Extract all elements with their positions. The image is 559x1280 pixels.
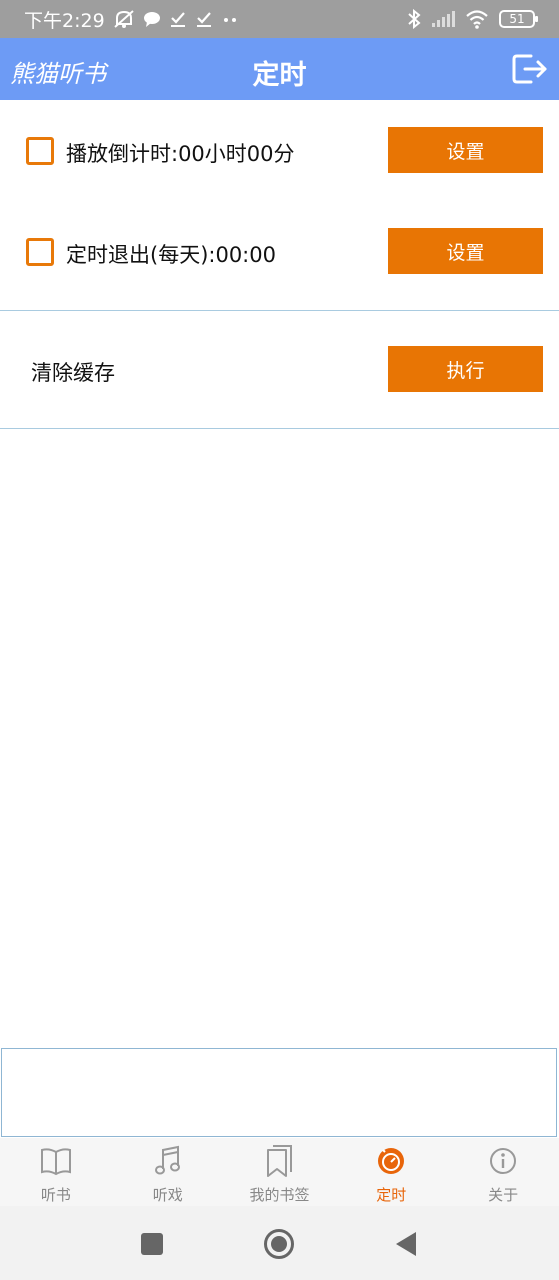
signal-icon [431, 10, 455, 28]
clear-cache-execute-button[interactable]: 执行 [388, 346, 543, 392]
mute-icon [113, 9, 135, 29]
bluetooth-icon [407, 9, 421, 29]
download-done-icon [195, 10, 213, 28]
back-triangle-icon [396, 1232, 416, 1256]
battery-level: 51 [509, 12, 525, 26]
battery-icon: 51 [499, 10, 538, 28]
back-button[interactable] [394, 1230, 418, 1262]
clear-cache-label: 清除缓存 [31, 361, 115, 385]
daily-exit-checkbox[interactable] [26, 238, 54, 266]
divider [0, 310, 559, 311]
daily-exit-set-button[interactable]: 设置 [388, 228, 543, 274]
exit-button[interactable] [511, 52, 549, 86]
book-icon [39, 1144, 73, 1178]
status-bar: 下午2:29 51 [0, 0, 559, 38]
more-dots-icon [221, 10, 239, 28]
clear-cache-row: 清除缓存 执行 [0, 346, 559, 393]
nav-label: 我的书签 [249, 1186, 310, 1204]
nav-label: 听戏 [152, 1186, 183, 1204]
system-nav-bar [0, 1206, 559, 1280]
nav-label: 听书 [40, 1186, 71, 1204]
timer-icon [374, 1144, 408, 1178]
status-left: 下午2:29 [24, 6, 239, 33]
recents-button[interactable] [140, 1232, 164, 1260]
nav-item-listen-opera[interactable]: 听戏 [112, 1138, 224, 1206]
chat-bubble-icon [143, 10, 161, 28]
nav-item-timer[interactable]: 定时 [335, 1138, 447, 1206]
countdown-row: 播放倒计时:00小时00分 设置 [0, 127, 559, 174]
page-title: 定时 [252, 60, 307, 91]
nav-label: 定时 [376, 1186, 407, 1204]
bottom-nav: 听书 听戏 我的书签 定时 关于 [0, 1138, 559, 1206]
download-done-icon [169, 10, 187, 28]
countdown-checkbox[interactable] [26, 137, 54, 165]
exit-icon [512, 54, 547, 84]
banner-placeholder [1, 1048, 557, 1137]
nav-item-bookmarks[interactable]: 我的书签 [224, 1138, 336, 1206]
countdown-set-button[interactable]: 设置 [388, 127, 543, 173]
home-circle-icon [264, 1229, 294, 1259]
info-icon [486, 1144, 520, 1178]
nav-item-about[interactable]: 关于 [447, 1138, 559, 1206]
status-right: 51 [407, 9, 538, 29]
home-button[interactable] [263, 1228, 295, 1264]
countdown-label: 播放倒计时:00小时00分 [66, 142, 295, 166]
square-icon [141, 1233, 163, 1255]
daily-exit-label: 定时退出(每天):00:00 [66, 243, 276, 267]
wifi-icon [465, 9, 489, 29]
app-screen: 下午2:29 51 熊猫听书 定时 播放倒计时:00小时00分 设置 定时退出(… [0, 0, 559, 1280]
daily-exit-row: 定时退出(每天):00:00 设置 [0, 228, 559, 275]
divider [0, 428, 559, 429]
nav-item-listen-books[interactable]: 听书 [0, 1138, 112, 1206]
nav-label: 关于 [488, 1186, 519, 1204]
status-time: 下午2:29 [24, 9, 105, 32]
bookmark-icon [262, 1144, 296, 1178]
music-note-icon [151, 1144, 185, 1178]
app-header: 熊猫听书 定时 [0, 38, 559, 100]
